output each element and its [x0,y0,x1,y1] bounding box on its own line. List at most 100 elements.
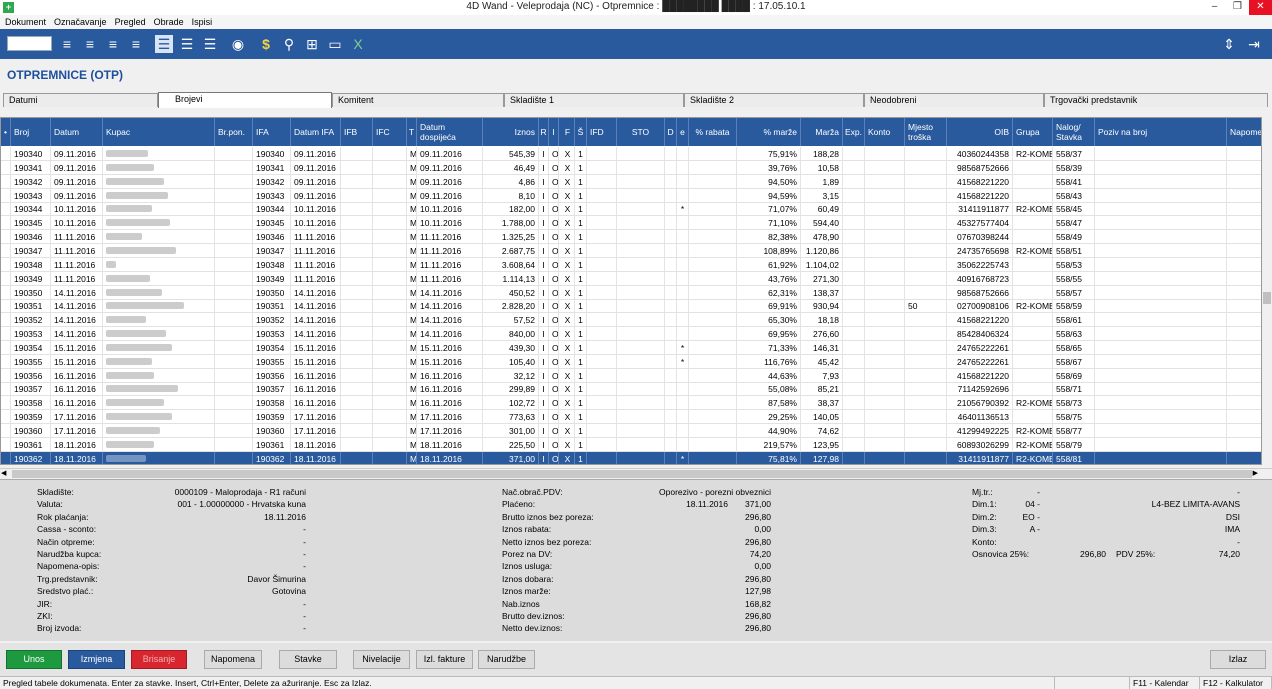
menu-oznacavanje[interactable]: Označavanje [54,15,107,29]
horizontal-scroll-thumb[interactable] [12,470,1252,478]
exit-icon[interactable]: ⇥ [1245,35,1263,53]
table-row[interactable]: 190341 09.11.2016 190341 09.11.2016 M 09.11.2… [1,160,1261,175]
table-row[interactable]: 190355 15.11.2016 190355 15.11.2016 M 15.11.2… [1,354,1261,369]
status-f12[interactable]: F12 - Kalkulator [1200,677,1272,689]
dollar-icon[interactable]: $ [257,35,275,53]
toolbar-search-box[interactable] [7,36,52,51]
monitor-icon[interactable]: ▭ [326,35,344,53]
menu-pregled[interactable]: Pregled [115,15,146,29]
column-header-dosp[interactable]: Datum dospijeća [417,118,483,146]
table-row[interactable]: 190359 17.11.2016 190359 17.11.2016 M 17.11.2… [1,410,1261,425]
column-header-t[interactable]: T [407,118,417,146]
table-row[interactable]: 190347 11.11.2016 190347 11.11.2016 M 11.11.2… [1,243,1261,258]
table-row[interactable]: 190343 09.11.2016 190343 09.11.2016 M 09.11.2… [1,188,1261,203]
table-row[interactable]: 190348 11.11.2016 190348 11.11.2016 M 11.11.2… [1,257,1261,272]
column-header-oib[interactable]: OIB [947,118,1013,146]
view-list-icon[interactable]: ☰ [178,35,196,53]
stavke-button[interactable]: Stavke [279,650,337,669]
izmjena-button[interactable]: Izmjena [68,650,125,669]
tree-icon[interactable]: ⊞ [303,35,321,53]
table-row[interactable]: 190344 10.11.2016 190344 10.11.2016 M 10.11.2… [1,202,1261,217]
view-list2-icon[interactable]: ☰ [201,35,219,53]
menu-dokument[interactable]: Dokument [5,15,46,29]
vertical-scrollbar[interactable] [1262,117,1272,465]
table-row[interactable]: 190342 09.11.2016 190342 09.11.2016 M 09.11.2… [1,174,1261,189]
tab-trgovacki-predstavnik[interactable]: Trgovački predstavnik [1044,93,1268,107]
tab-datumi[interactable]: Datumi [3,93,158,107]
table-row[interactable]: 190353 14.11.2016 190353 14.11.2016 M 14.11.2… [1,327,1261,342]
napomena-button[interactable]: Napomena [204,650,262,669]
table-row[interactable]: 190352 14.11.2016 190352 14.11.2016 M 14.11.2… [1,313,1261,328]
nivelacije-button[interactable]: Nivelacije [353,650,410,669]
list-add2-icon[interactable]: ≡ [81,35,99,53]
izl-fakture-button[interactable]: Izl. fakture [416,650,473,669]
column-header-rabat[interactable]: % rabata [689,118,737,146]
excel-icon[interactable]: X [349,35,367,53]
column-header-kupac[interactable]: Kupac [103,118,215,146]
narudzbe-button[interactable]: Narudžbe [478,650,535,669]
column-header-nalog[interactable]: Nalog/ Stavka [1053,118,1095,146]
list-remove-icon[interactable]: ≡ [104,35,122,53]
list-refresh-icon[interactable]: ≡ [127,35,145,53]
column-header-i[interactable]: I [549,118,559,146]
table-row[interactable]: 190350 14.11.2016 190350 14.11.2016 M 14.11.2… [1,285,1261,300]
circle-icon[interactable]: ◉ [229,35,247,53]
table-row[interactable]: 190340 09.11.2016 190340 09.11.2016 M 09.11.2… [1,147,1261,161]
column-header-ifb[interactable]: IFB [341,118,373,146]
column-header-ifd[interactable]: IFD [587,118,617,146]
scroll-left-icon[interactable]: ◀ [1,469,6,477]
column-header-mjesto[interactable]: Mjesto troška [905,118,947,146]
close-icon[interactable]: ✕ [1249,0,1272,15]
column-header-f[interactable]: F [561,118,575,146]
table-row[interactable]: 190360 17.11.2016 190360 17.11.2016 M 17.11.2… [1,424,1261,438]
minimize-icon[interactable]: – [1203,0,1226,15]
column-header-napomena[interactable]: Napome [1227,118,1261,146]
search-icon[interactable]: ⚲ [280,35,298,53]
menu-obrade[interactable]: Obrade [154,15,184,29]
unos-button[interactable]: Unos [6,650,62,669]
column-header-broj[interactable]: Broj [11,118,51,146]
column-header-pmarze[interactable]: % marže [737,118,801,146]
tab-skladiste-1[interactable]: Skladište 1 [504,93,684,107]
table-row[interactable]: 190356 16.11.2016 190356 16.11.2016 M 16.11.2… [1,368,1261,383]
column-header-konto[interactable]: Konto [865,118,905,146]
documents-table[interactable]: • Broj Datum Kupac Br.pon. IFA Datum IFA IFB IFC… [0,117,1262,465]
column-header-d[interactable]: D [665,118,677,146]
list-add-icon[interactable]: ≡ [58,35,76,53]
scroll-right-icon[interactable]: ▶ [1253,469,1258,477]
table-row[interactable]: 190357 16.11.2016 190357 16.11.2016 M 16.11.2… [1,382,1261,397]
status-f11[interactable]: F11 - Kalendar [1130,677,1200,689]
brisanje-button[interactable]: Brisanje [131,650,187,669]
adjust-icon[interactable]: ⇕ [1220,35,1238,53]
table-row[interactable]: 190361 18.11.2016 190361 18.11.2016 M 18.11.2… [1,437,1261,452]
tab-skladiste-2[interactable]: Skladište 2 [684,93,864,107]
table-row[interactable]: 190345 10.11.2016 190345 10.11.2016 M 10.11.2… [1,216,1261,231]
tab-neodobreni[interactable]: Neodobreni [864,93,1044,107]
column-header-sto[interactable]: STO [617,118,665,146]
table-row[interactable]: 190351 14.11.2016 190351 14.11.2016 M 14.11.2… [1,299,1261,314]
table-row[interactable]: 190358 16.11.2016 190358 16.11.2016 M 16.11.2… [1,396,1261,411]
column-header-datum[interactable]: Datum [51,118,103,146]
column-header-r[interactable]: R [539,118,549,146]
vertical-scroll-thumb[interactable] [1263,292,1271,304]
view-list-selected-icon[interactable]: ☰ [155,35,173,53]
column-header-datumifa[interactable]: Datum IFA [291,118,341,146]
column-header-poziv[interactable]: Poziv na broj [1095,118,1227,146]
menu-ispisi[interactable]: Ispisi [192,15,213,29]
column-header-ifc[interactable]: IFC [373,118,407,146]
column-header-s[interactable]: Š [575,118,587,146]
column-header-mark[interactable]: • [1,118,11,146]
izlaz-button[interactable]: Izlaz [1210,650,1266,669]
column-header-ifa[interactable]: IFA [253,118,291,146]
restore-icon[interactable]: ❐ [1226,0,1249,15]
horizontal-scrollbar[interactable]: ◀ ▶ [0,468,1272,478]
column-header-grupa[interactable]: Grupa [1013,118,1053,146]
table-row[interactable]: 190349 11.11.2016 190349 11.11.2016 M 11.11.2… [1,271,1261,286]
tab-komitent[interactable]: Komitent [332,93,504,107]
table-row[interactable]: 190362 18.11.2016 190362 18.11.2016 M 18.11.2… [1,451,1261,464]
tab-brojevi[interactable]: Brojevi [158,92,332,108]
table-row[interactable]: 190354 15.11.2016 190354 15.11.2016 M 15.11.2… [1,340,1261,355]
column-header-brpon[interactable]: Br.pon. [215,118,253,146]
column-header-exp[interactable]: Exp. [843,118,865,146]
column-header-iznos[interactable]: Iznos [483,118,539,146]
